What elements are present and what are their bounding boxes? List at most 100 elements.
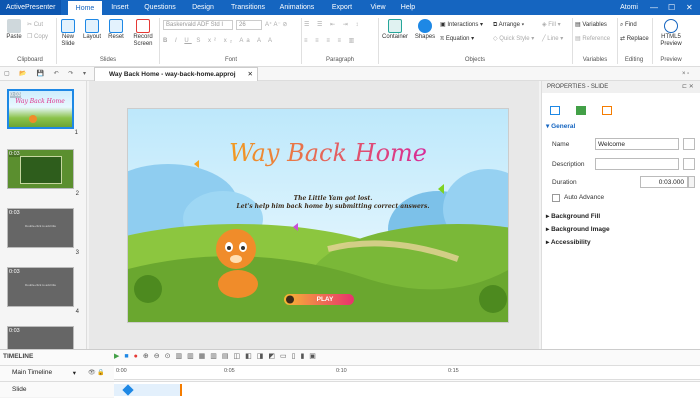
- editing-group-label: Editing: [624, 57, 644, 63]
- panel-controls[interactable]: × ▫: [682, 70, 689, 78]
- cut-button[interactable]: ✂ Cut: [27, 21, 43, 29]
- tab-animations[interactable]: Animations: [274, 0, 320, 15]
- slide-subtitle-line-1[interactable]: The Little Yam got lost.: [238, 195, 428, 202]
- properties-header: PROPERTIES - SLIDE: [542, 81, 700, 93]
- quick-style-button[interactable]: ◇ Quick Style ▾: [493, 35, 534, 43]
- tick-15: 0:15: [448, 368, 459, 374]
- interactions-button[interactable]: ▣ Interactions ▾: [440, 21, 483, 29]
- user-name[interactable]: Atomi: [620, 0, 638, 15]
- tab-view[interactable]: View: [364, 0, 392, 15]
- html5-preview-button[interactable]: HTML5 Preview: [654, 19, 688, 48]
- timeline-stop-icon[interactable]: ■: [124, 353, 133, 360]
- layout-icon: [85, 19, 99, 33]
- timeline-slide-track[interactable]: [114, 382, 700, 398]
- auto-advance-label: Auto Advance: [564, 194, 605, 201]
- shapes-icon: [418, 19, 432, 33]
- paragraph-align-buttons[interactable]: ≡ ≡ ≡ ≡ ▥: [304, 37, 357, 45]
- fill-button[interactable]: ◈ Fill ▾: [542, 21, 561, 29]
- play-button[interactable]: PLAY: [300, 295, 350, 305]
- replace-button[interactable]: ⇄ Replace: [620, 35, 649, 43]
- slide-thumbnail-2[interactable]: 0:03 2: [7, 149, 79, 197]
- main-timeline-select[interactable]: Main Timeline ▾: [12, 369, 76, 377]
- description-edit-icon[interactable]: [683, 158, 695, 170]
- variables-group-label: Variables: [582, 57, 608, 63]
- slide-properties-icon[interactable]: [550, 106, 560, 115]
- background-properties-icon[interactable]: [576, 106, 586, 115]
- slide-thumbnail-3[interactable]: 0:03 Double-click to add title 3: [7, 208, 79, 256]
- slide-thumbnail-5[interactable]: 0:03: [7, 326, 74, 349]
- slide-subtitle-line-2[interactable]: Let's help him back home by submitting c…: [218, 203, 448, 210]
- document-tab-bar: ▢ 📂 💾 ↶ ↷ ▾ Way Back Home - way-back-hom…: [0, 67, 700, 81]
- name-edit-icon[interactable]: [683, 138, 695, 150]
- font-size-buttons[interactable]: A⁺ A⁻ ⊘: [265, 21, 287, 29]
- background-fill-section[interactable]: ▸ Background Fill: [546, 212, 600, 220]
- clipboard-group-label: Clipboard: [17, 57, 43, 63]
- find-button[interactable]: ⌕ Find: [620, 21, 637, 29]
- timeline-visibility-icons[interactable]: 👁 🔒: [88, 369, 105, 376]
- new-slide-button[interactable]: New Slide: [57, 19, 79, 48]
- slide-thumbnail-4[interactable]: 0:03 Double-click to add title 4: [7, 267, 79, 315]
- document-tab[interactable]: Way Back Home - way-back-home.approj ✕: [94, 67, 258, 81]
- properties-tab-icons[interactable]: [550, 106, 620, 118]
- record-screen-button[interactable]: Record Screen: [129, 19, 157, 48]
- tab-export[interactable]: Export: [322, 0, 362, 15]
- shapes-button[interactable]: Shapes: [413, 19, 437, 41]
- reset-button[interactable]: Reset: [105, 19, 127, 41]
- auto-advance-checkbox[interactable]: [552, 194, 560, 202]
- tick-0: 0:00: [116, 368, 127, 374]
- line-button[interactable]: ╱ Line ▾: [542, 35, 563, 43]
- general-section[interactable]: ▾ General: [546, 122, 575, 130]
- tick-10: 0:10: [336, 368, 347, 374]
- slide-title[interactable]: Way Back Home: [218, 139, 438, 167]
- timeline-toolbar[interactable]: ▶■●⊕⊖⊙▥▥▦▥▤◫◧◨◩▭▯▮▣: [114, 352, 321, 360]
- properties-panel: PROPERTIES - SLIDE ⊏ ✕ ▾ General Name We…: [541, 81, 700, 349]
- tab-insert[interactable]: Insert: [104, 0, 136, 15]
- container-button[interactable]: Container: [380, 19, 410, 41]
- duration-input[interactable]: 0:03.000: [640, 176, 688, 188]
- tab-help[interactable]: Help: [394, 0, 422, 15]
- reset-icon: [109, 19, 123, 33]
- duration-spinner[interactable]: [688, 176, 695, 188]
- layout-button[interactable]: Layout: [81, 19, 103, 41]
- arrange-button[interactable]: ⧉ Arrange ▾: [493, 21, 524, 29]
- font-size-select[interactable]: 26: [236, 20, 262, 30]
- equation-button[interactable]: π Equation ▾: [440, 35, 474, 43]
- paragraph-list-buttons[interactable]: ☰ ☰ ⇤ ⇥ ↕: [304, 21, 361, 29]
- minimize-icon[interactable]: —: [650, 0, 658, 15]
- svg-text:Way Back Home: Way Back Home: [15, 98, 65, 105]
- font-group-label: Font: [224, 57, 237, 63]
- interaction-properties-icon[interactable]: [602, 106, 612, 115]
- timeline-ruler[interactable]: 0:00 0:05 0:10 0:15: [114, 366, 700, 380]
- font-format-buttons[interactable]: B I U S x² x₂ Aa A A: [163, 37, 275, 45]
- timeline-play-icon[interactable]: ▶: [114, 353, 124, 360]
- font-family-select[interactable]: Baskervald ADF Std I: [163, 20, 233, 30]
- variables-button[interactable]: ▤ Variables: [575, 21, 607, 29]
- slide-canvas[interactable]: Way Back Home The Little Yam got lost. L…: [127, 108, 509, 323]
- timeline-record-icon[interactable]: ●: [134, 353, 143, 360]
- preview-group-label: Preview: [660, 57, 682, 63]
- tab-transitions[interactable]: Transitions: [224, 0, 272, 15]
- description-input[interactable]: [595, 158, 679, 170]
- properties-pin-icon[interactable]: ⊏ ✕: [682, 83, 694, 91]
- tab-close-icon[interactable]: ✕: [248, 68, 253, 81]
- maximize-icon[interactable]: ☐: [668, 0, 675, 15]
- tick-5: 0:05: [224, 368, 235, 374]
- timeline-slide-row-label: Slide: [12, 386, 27, 393]
- background-image-section[interactable]: ▸ Background Image: [546, 225, 610, 233]
- tab-home[interactable]: Home: [68, 1, 102, 15]
- slide-thumbnail-1[interactable]: 0:03 Way Back Home 1: [7, 89, 78, 136]
- menu-bar: ActivePresenter Home Insert Questions De…: [0, 0, 700, 15]
- name-input[interactable]: Welcome: [595, 138, 679, 150]
- quick-access-toolbar[interactable]: ▢ 📂 💾 ↶ ↷ ▾: [4, 70, 90, 78]
- description-label: Description: [552, 161, 585, 168]
- name-label: Name: [552, 141, 570, 148]
- paste-button[interactable]: Paste: [4, 19, 24, 41]
- tab-questions[interactable]: Questions: [138, 0, 182, 15]
- timeline-panel: TIMELINE ▶■●⊕⊖⊙▥▥▦▥▤◫◧◨◩▭▯▮▣ Main Timeli…: [0, 349, 700, 398]
- tab-design[interactable]: Design: [184, 0, 222, 15]
- copy-button[interactable]: ❐ Copy: [27, 33, 48, 41]
- close-icon[interactable]: ✕: [686, 0, 693, 15]
- app-name: ActivePresenter: [0, 0, 62, 15]
- accessibility-section[interactable]: ▸ Accessibility: [546, 238, 591, 246]
- reference-button[interactable]: ▤ Reference: [575, 35, 610, 43]
